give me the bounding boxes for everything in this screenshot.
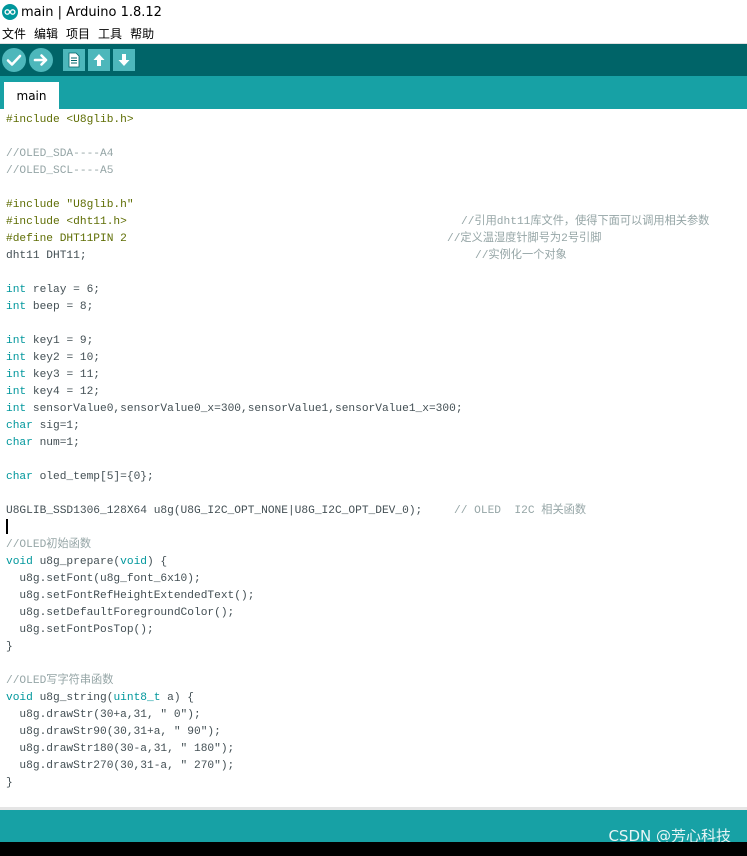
code-line: //OLED_SDA----A4 (6, 148, 114, 160)
title-bar: main | Arduino 1.8.12 (0, 0, 747, 24)
code-line: u8g.setDefaultForegroundColor(); (6, 607, 235, 619)
menu-edit[interactable]: 编辑 (34, 25, 58, 42)
code-line: int key4 = 12; (6, 386, 101, 398)
code-line: int key3 = 11; (6, 369, 101, 381)
menu-project[interactable]: 项目 (66, 25, 90, 42)
code-line: dht11 DHT11; (6, 250, 87, 262)
tab-main[interactable]: main (4, 82, 59, 109)
verify-button[interactable] (2, 48, 26, 72)
code-line: void u8g_string(uint8_t a) { (6, 692, 195, 704)
code-comment: //定义温湿度针脚号为2号引脚 (447, 233, 602, 245)
code-line: #include <U8glib.h> (6, 114, 134, 126)
upload-button[interactable] (29, 48, 53, 72)
code-line: char oled_temp[5]={0}; (6, 471, 154, 483)
code-line: u8g.drawStr180(30-a,31, " 180"); (6, 743, 235, 755)
code-line: //OLED初始函数 (6, 539, 92, 551)
code-line: u8g.drawStr(30+a,31, " 0"); (6, 709, 201, 721)
menu-bar: 文件 编辑 项目 工具 帮助 (0, 24, 747, 44)
arrow-up-icon (93, 54, 105, 66)
window-title: main | Arduino 1.8.12 (21, 4, 162, 20)
tab-bar: main (0, 76, 747, 109)
code-line: char sig=1; (6, 420, 80, 432)
console-panel (0, 842, 747, 856)
code-line: #include <dht11.h> (6, 216, 127, 228)
code-line: //OLED_SCL----A5 (6, 165, 114, 177)
code-line: u8g.drawStr90(30,31+a, " 90"); (6, 726, 221, 738)
check-icon (6, 54, 22, 66)
code-line: int relay = 6; (6, 284, 101, 296)
code-comment: //实例化一个对象 (475, 250, 567, 262)
code-line: char num=1; (6, 437, 80, 449)
code-line: #include "U8glib.h" (6, 199, 134, 211)
code-line: U8GLIB_SSD1306_128X64 u8g(U8G_I2C_OPT_NO… (6, 505, 423, 517)
arrow-down-icon (118, 54, 130, 66)
code-line: int key1 = 9; (6, 335, 94, 347)
code-line: u8g.setFontPosTop(); (6, 624, 154, 636)
arrow-right-icon (33, 54, 48, 66)
code-line: u8g.setFont(u8g_font_6x10); (6, 573, 201, 585)
new-button[interactable] (63, 49, 85, 71)
code-line: int key2 = 10; (6, 352, 101, 364)
code-editor[interactable]: #include <U8glib.h> //OLED_SDA----A4 //O… (0, 109, 747, 807)
text-cursor (6, 519, 8, 534)
code-line: u8g.setFontRefHeightExtendedText(); (6, 590, 255, 602)
menu-help[interactable]: 帮助 (130, 25, 154, 42)
code-comment: //引用dht11库文件，使得下面可以调用相关参数 (461, 216, 710, 228)
menu-tools[interactable]: 工具 (98, 25, 122, 42)
code-line: u8g.drawStr270(30,31-a, " 270"); (6, 760, 235, 772)
code-comment: // OLED I2C 相关函数 (454, 505, 587, 517)
menu-file[interactable]: 文件 (2, 25, 26, 42)
code-line: int sensorValue0,sensorValue0_x=300,sens… (6, 403, 463, 415)
code-line: } (6, 641, 13, 653)
code-line: } (6, 777, 13, 789)
save-button[interactable] (113, 49, 135, 71)
code-line: #define DHT11PIN 2 (6, 233, 127, 245)
code-line: void u8g_prepare(void) { (6, 556, 168, 568)
open-button[interactable] (88, 49, 110, 71)
code-line: int beep = 8; (6, 301, 94, 313)
new-file-icon (68, 52, 80, 68)
code-line: //OLED写字符串函数 (6, 675, 114, 687)
arduino-logo-icon (2, 4, 18, 20)
toolbar (0, 44, 747, 76)
